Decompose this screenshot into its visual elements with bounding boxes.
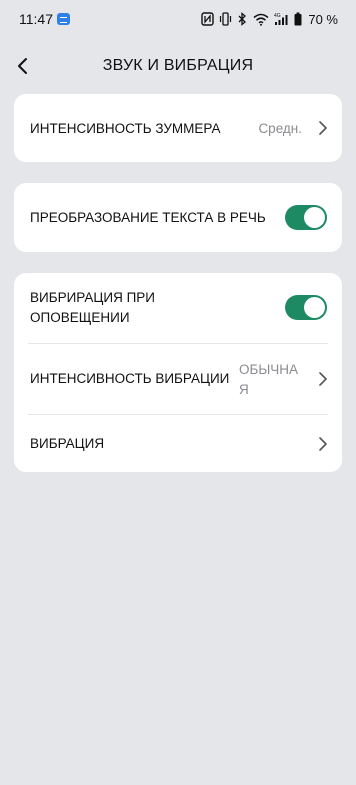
app-notification-icon	[57, 13, 70, 25]
vibration-intensity-value-line1: ОБЫЧНА	[239, 362, 299, 377]
status-bar: 11:47 4G 70 %	[0, 0, 356, 36]
wifi-icon	[253, 13, 269, 26]
svg-text:4G: 4G	[274, 13, 281, 19]
vibration-intensity-label: ИНТЕНСИВНОСТЬ ВИБРАЦИИ	[30, 371, 230, 386]
status-time: 11:47	[19, 11, 53, 27]
vibration-alert-label-line1: ВИБРИРАЦИЯ ПРИ	[30, 290, 155, 305]
toggle-knob	[304, 297, 325, 318]
vibration-intensity-value-line2: Я	[239, 382, 249, 397]
battery-icon	[294, 12, 302, 26]
tts-label: ПРЕОБРАЗОВАНИЕ ТЕКСТА В РЕЧЬ	[30, 210, 266, 225]
4g-signal-icon: 4G	[274, 13, 288, 25]
chevron-right-icon	[319, 372, 327, 386]
vibration-alert-toggle[interactable]	[285, 295, 327, 320]
tts-row: ПРЕОБРАЗОВАНИЕ ТЕКСТА В РЕЧЬ	[14, 183, 342, 252]
nfc-icon	[201, 12, 215, 26]
tts-card: ПРЕОБРАЗОВАНИЕ ТЕКСТА В РЕЧЬ	[14, 183, 342, 252]
status-icons: 4G 70 %	[201, 10, 338, 28]
header: ЗВУК И ВИБРАЦИЯ	[0, 48, 356, 84]
buzzer-intensity-value: Средн.	[258, 121, 302, 136]
bluetooth-icon	[238, 12, 247, 26]
vibration-row[interactable]: ВИБРАЦИЯ	[14, 415, 342, 472]
vibrate-icon	[220, 12, 232, 26]
buzzer-intensity-label: ИНТЕНСИВНОСТЬ ЗУММЕРА	[30, 121, 221, 136]
tts-toggle[interactable]	[285, 205, 327, 230]
vibration-card: ВИБРИРАЦИЯ ПРИ ОПОВЕЩЕНИИ ИНТЕНСИВНОСТЬ …	[14, 273, 342, 472]
buzzer-card: ИНТЕНСИВНОСТЬ ЗУММЕРА Средн.	[14, 94, 342, 162]
buzzer-intensity-row[interactable]: ИНТЕНСИВНОСТЬ ЗУММЕРА Средн.	[14, 94, 342, 162]
battery-percent: 70 %	[308, 11, 338, 27]
vibration-alert-label-line2: ОПОВЕЩЕНИИ	[30, 310, 130, 325]
vibration-alert-row: ВИБРИРАЦИЯ ПРИ ОПОВЕЩЕНИИ	[14, 273, 342, 343]
page-title: ЗВУК И ВИБРАЦИЯ	[102, 57, 254, 74]
chevron-right-icon	[319, 121, 327, 135]
chevron-right-icon	[319, 437, 327, 451]
vibration-label: ВИБРАЦИЯ	[30, 436, 105, 451]
vibration-intensity-row[interactable]: ИНТЕНСИВНОСТЬ ВИБРАЦИИ ОБЫЧНА Я	[14, 344, 342, 414]
toggle-knob	[304, 207, 325, 228]
